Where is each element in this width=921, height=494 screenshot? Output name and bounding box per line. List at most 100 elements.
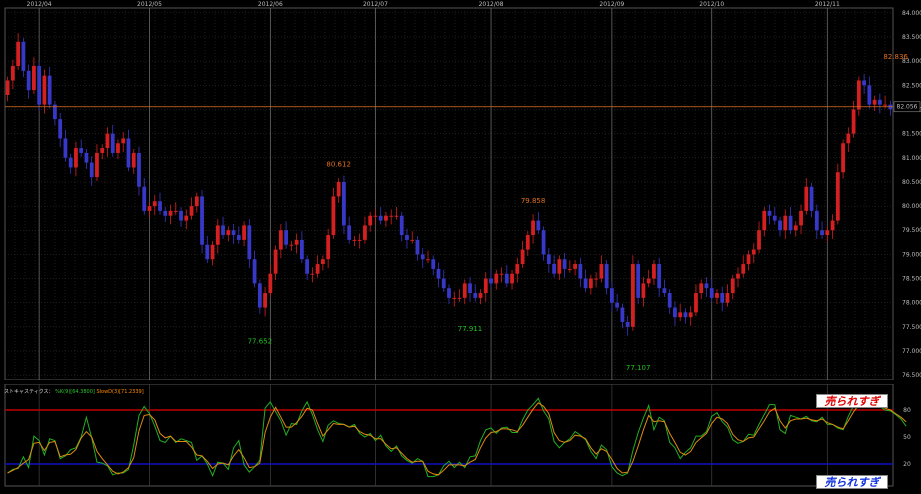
candle-body — [694, 293, 698, 313]
candle-body — [121, 138, 126, 144]
candle-body — [499, 273, 504, 275]
candle-body — [552, 264, 556, 274]
candle-body — [278, 230, 283, 250]
candle-body — [567, 268, 572, 270]
legend-d: SlowD(3)[71.2339] — [96, 389, 144, 395]
candle-body — [378, 215, 383, 221]
price-annotation: 79.858 — [521, 197, 546, 205]
candle-body — [152, 201, 157, 207]
candle-body — [814, 210, 819, 231]
candle-body — [284, 230, 289, 245]
candle-body — [609, 288, 614, 303]
candle-body — [131, 152, 136, 168]
candle-body — [357, 239, 362, 241]
candle-body — [16, 41, 21, 66]
price-chart: 76.500 77.000 77.500 78.000 78.500 79.000 79.5… — [4, 1, 921, 380]
candle-body — [110, 133, 115, 153]
candle-body — [709, 288, 714, 298]
candle-body — [468, 283, 472, 294]
stochastics-y-tick: 80 — [903, 407, 911, 414]
candle-body — [699, 283, 704, 294]
candle-body — [652, 264, 656, 279]
candle-body — [205, 244, 210, 260]
candle-body — [273, 249, 278, 274]
y-tick-label: 82.500 — [902, 82, 921, 89]
candle-body — [257, 283, 262, 308]
month-label: 2012/07 — [363, 1, 388, 8]
candle-body — [26, 70, 31, 91]
current-price-label: 82.056 — [897, 104, 918, 111]
candle-body — [305, 259, 310, 274]
price-annotation: 80.612 — [326, 161, 351, 169]
candle-body — [173, 210, 178, 212]
y-tick-label: 81.000 — [902, 155, 921, 162]
candle-body — [715, 293, 719, 298]
candle-body — [179, 210, 183, 221]
candle-body — [384, 215, 388, 221]
candle-body — [352, 239, 357, 241]
candle-body — [804, 186, 809, 211]
candle-body — [678, 312, 683, 318]
y-tick-label: 81.500 — [902, 131, 921, 138]
candle-body — [736, 273, 740, 279]
candle-body — [189, 206, 194, 216]
candle-body — [457, 297, 462, 299]
candle-body — [515, 264, 520, 274]
candle-body — [420, 254, 425, 260]
candle-body — [10, 65, 15, 81]
price-annotation: 77.911 — [458, 325, 483, 333]
candle-body — [452, 297, 457, 299]
candle-body — [783, 215, 788, 231]
candle-body — [546, 254, 551, 265]
y-tick-label: 78.500 — [902, 276, 921, 283]
candle-body — [116, 143, 120, 153]
candle-body — [436, 268, 441, 279]
candle-body — [315, 264, 320, 274]
candle-body — [688, 312, 693, 318]
y-tick-label: 78.000 — [902, 300, 921, 307]
candle-body — [373, 215, 378, 217]
candle-body — [415, 239, 420, 255]
y-tick-label: 80.000 — [902, 203, 921, 210]
candle-body — [841, 143, 845, 173]
candle-body — [100, 148, 105, 153]
candle-body — [673, 307, 677, 318]
candle-body — [168, 210, 173, 216]
candle-body — [200, 196, 204, 245]
candle-body — [757, 230, 761, 250]
candle-body — [294, 239, 299, 245]
candle-body — [194, 196, 199, 207]
candle-body — [5, 80, 10, 95]
candle-body — [877, 99, 882, 105]
candle-body — [856, 80, 861, 110]
candle-body — [221, 225, 225, 236]
candle-body — [483, 278, 488, 294]
candle-body — [830, 220, 835, 231]
candle-body — [447, 288, 451, 298]
candle-body — [793, 225, 798, 231]
candle-body — [441, 278, 446, 289]
candle-body — [147, 206, 152, 211]
candle-body — [389, 215, 394, 217]
candle-body — [620, 307, 625, 323]
candle-body — [321, 259, 325, 265]
candle-body — [242, 225, 246, 240]
candle-body — [231, 230, 236, 236]
candle-body — [762, 210, 767, 231]
candle-body — [137, 152, 141, 187]
candle-body — [299, 239, 304, 260]
candle-body — [557, 259, 562, 274]
y-tick-label: 80.500 — [902, 179, 921, 186]
candle-body — [704, 283, 709, 289]
candle-body — [573, 264, 577, 269]
month-label: 2012/05 — [137, 1, 162, 8]
overbought-badge: 売られすぎ — [816, 394, 888, 408]
month-label: 2012/11 — [815, 1, 840, 8]
candle-body — [310, 273, 315, 275]
candle-body — [32, 65, 36, 91]
legend-title: ストキャスティクス： — [4, 389, 54, 395]
candle-body — [636, 264, 641, 298]
candle-body — [662, 288, 667, 294]
candle-body — [215, 225, 220, 245]
candle-body — [252, 259, 257, 284]
